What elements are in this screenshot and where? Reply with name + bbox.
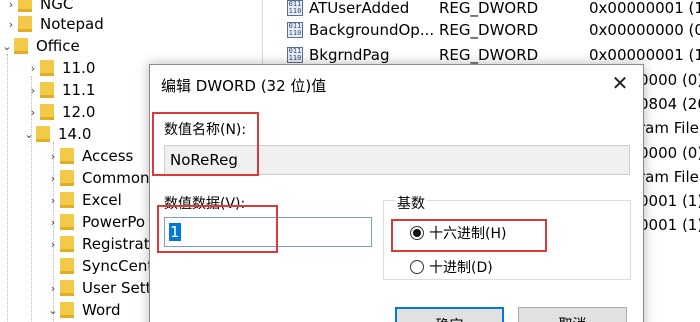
value-data: ram File (639, 119, 699, 137)
value-data: 0000 (0) (639, 71, 700, 89)
value-data-label: 数值数据(V): (164, 196, 246, 212)
chevron-down-icon[interactable]: ⌄ (46, 299, 60, 321)
tree-item-synccenter[interactable]: SyncCent (46, 255, 153, 277)
radio-decimal[interactable]: 十进制(D) (410, 257, 493, 277)
chevron-right-icon[interactable]: › (4, 13, 18, 35)
registry-value-icon: 011 110 (287, 22, 303, 38)
cancel-button[interactable]: 取消 (518, 307, 627, 322)
chevron-right-icon[interactable]: › (46, 189, 60, 211)
value-type: REG_DWORD (439, 21, 539, 39)
folder-icon (60, 170, 74, 186)
value-type: REG_DWORD (439, 46, 539, 64)
tree-item-label: Common (82, 169, 150, 187)
folder-icon (14, 38, 28, 54)
tree-guide-line (7, 54, 8, 322)
chevron-down-icon[interactable]: ⌄ (0, 35, 14, 57)
tree-item-label: Excel (82, 191, 122, 209)
tree-item-label: 11.1 (62, 81, 96, 99)
value-data-input[interactable]: 1 (164, 217, 372, 247)
tree-item-label: Registrat (82, 235, 150, 253)
chevron-right-icon[interactable]: › (26, 101, 40, 123)
list-item[interactable]: 011 110 ATUserAdded REG_DWORD 0x00000001 … (268, 0, 700, 20)
value-data: 0000 (0) (639, 144, 700, 162)
value-data: 0x00000001 (1) (589, 46, 700, 64)
folder-icon (36, 126, 50, 142)
tree-item-12-0[interactable]: › 12.0 (26, 101, 96, 123)
tree-item-common[interactable]: › Common (46, 167, 150, 189)
value-data-text: 1 (169, 223, 181, 241)
tree-item-excel[interactable]: › Excel (46, 189, 122, 211)
list-item[interactable]: 011 110 BackgroundOp... REG_DWORD 0x00000… (268, 20, 700, 42)
radio-label: 十进制(D) (429, 260, 493, 276)
folder-icon (18, 0, 32, 12)
value-data: 0x00000000 (0) (589, 21, 700, 39)
value-name-label: 数值名称(N): (164, 122, 247, 138)
chevron-right-icon[interactable]: › (46, 167, 60, 189)
folder-icon (60, 214, 74, 230)
tree-item-notepad[interactable]: › Notepad (4, 13, 104, 35)
value-data: 0001 (1) (639, 192, 700, 210)
edit-dword-dialog: 编辑 DWORD (32 位)值 ✕ 数值名称(N): NoReReg 数值数据… (149, 64, 644, 322)
value-data: 0804 (20 (639, 95, 700, 113)
folder-icon (18, 16, 32, 32)
tree-item-access[interactable]: › Access (46, 145, 134, 167)
tree-item-label: Notepad (40, 15, 104, 33)
chevron-right-icon[interactable]: › (46, 145, 60, 167)
close-icon[interactable]: ✕ (607, 70, 633, 96)
tree-item-registration[interactable]: › Registrat (46, 233, 150, 255)
registry-value-icon: 011 110 (287, 0, 303, 16)
tree-item-label: 11.0 (62, 59, 96, 77)
folder-icon (60, 280, 74, 296)
tree-item-label: NGC (40, 0, 74, 13)
value-name: ATUserAdded (309, 0, 410, 17)
base-label: 基数 (395, 193, 427, 213)
tree-item-powerpoint[interactable]: › PowerPo (46, 211, 145, 233)
value-name: BackgroundOp... (309, 21, 435, 39)
value-data: ram File (639, 168, 699, 186)
value-data: 0x00000001 (1) (589, 0, 700, 17)
chevron-right-icon[interactable]: › (46, 277, 60, 299)
radio-label: 十六进制(H) (429, 226, 507, 242)
dialog-title: 编辑 DWORD (32 位)值 (161, 77, 327, 95)
tree-item-office[interactable]: ⌄ Office (0, 35, 80, 57)
radio-selected-icon[interactable] (410, 226, 424, 240)
value-data: 0001 (1) (639, 216, 700, 234)
tree-item-label: PowerPo (82, 213, 146, 231)
tree-item-word[interactable]: ⌄ Word (46, 299, 121, 321)
tree-item-label: Access (82, 147, 134, 165)
tree-item-label: Office (36, 37, 80, 55)
chevron-right-icon[interactable]: › (46, 211, 60, 233)
folder-icon (60, 236, 74, 252)
registry-value-icon: 011 110 (287, 47, 303, 63)
tree-item-14-0[interactable]: ⌄ 14.0 (22, 123, 91, 145)
chevron-right-icon[interactable]: › (26, 79, 40, 101)
ok-button[interactable]: 确定 (395, 307, 504, 322)
tree-item-label: 14.0 (58, 125, 92, 143)
folder-icon (60, 258, 74, 274)
radio-hexadecimal[interactable]: 十六进制(H) (410, 223, 506, 243)
tree-item-label: SyncCent (82, 257, 154, 275)
tree-item-label: Word (82, 301, 121, 319)
value-name-field: NoReReg (164, 145, 630, 175)
folder-icon (60, 192, 74, 208)
tree-item-11-0[interactable]: › 11.0 (26, 57, 96, 79)
folder-icon (40, 60, 54, 76)
chevron-right-icon[interactable]: › (46, 233, 60, 255)
tree-item-label: 12.0 (62, 103, 96, 121)
tree-item-11-1[interactable]: › 11.1 (26, 79, 96, 101)
radio-unselected-icon[interactable] (410, 260, 424, 274)
chevron-down-icon[interactable]: ⌄ (22, 123, 36, 145)
chevron-right-icon[interactable]: › (26, 57, 40, 79)
folder-icon (40, 104, 54, 120)
folder-icon (60, 302, 74, 318)
tree-item-label: User Sett (82, 279, 152, 297)
folder-icon (60, 148, 74, 164)
folder-icon (40, 82, 54, 98)
value-type: REG_DWORD (439, 0, 539, 17)
tree-item-user-settings[interactable]: › User Sett (46, 277, 152, 299)
value-name: BkgrndPag (309, 46, 390, 64)
